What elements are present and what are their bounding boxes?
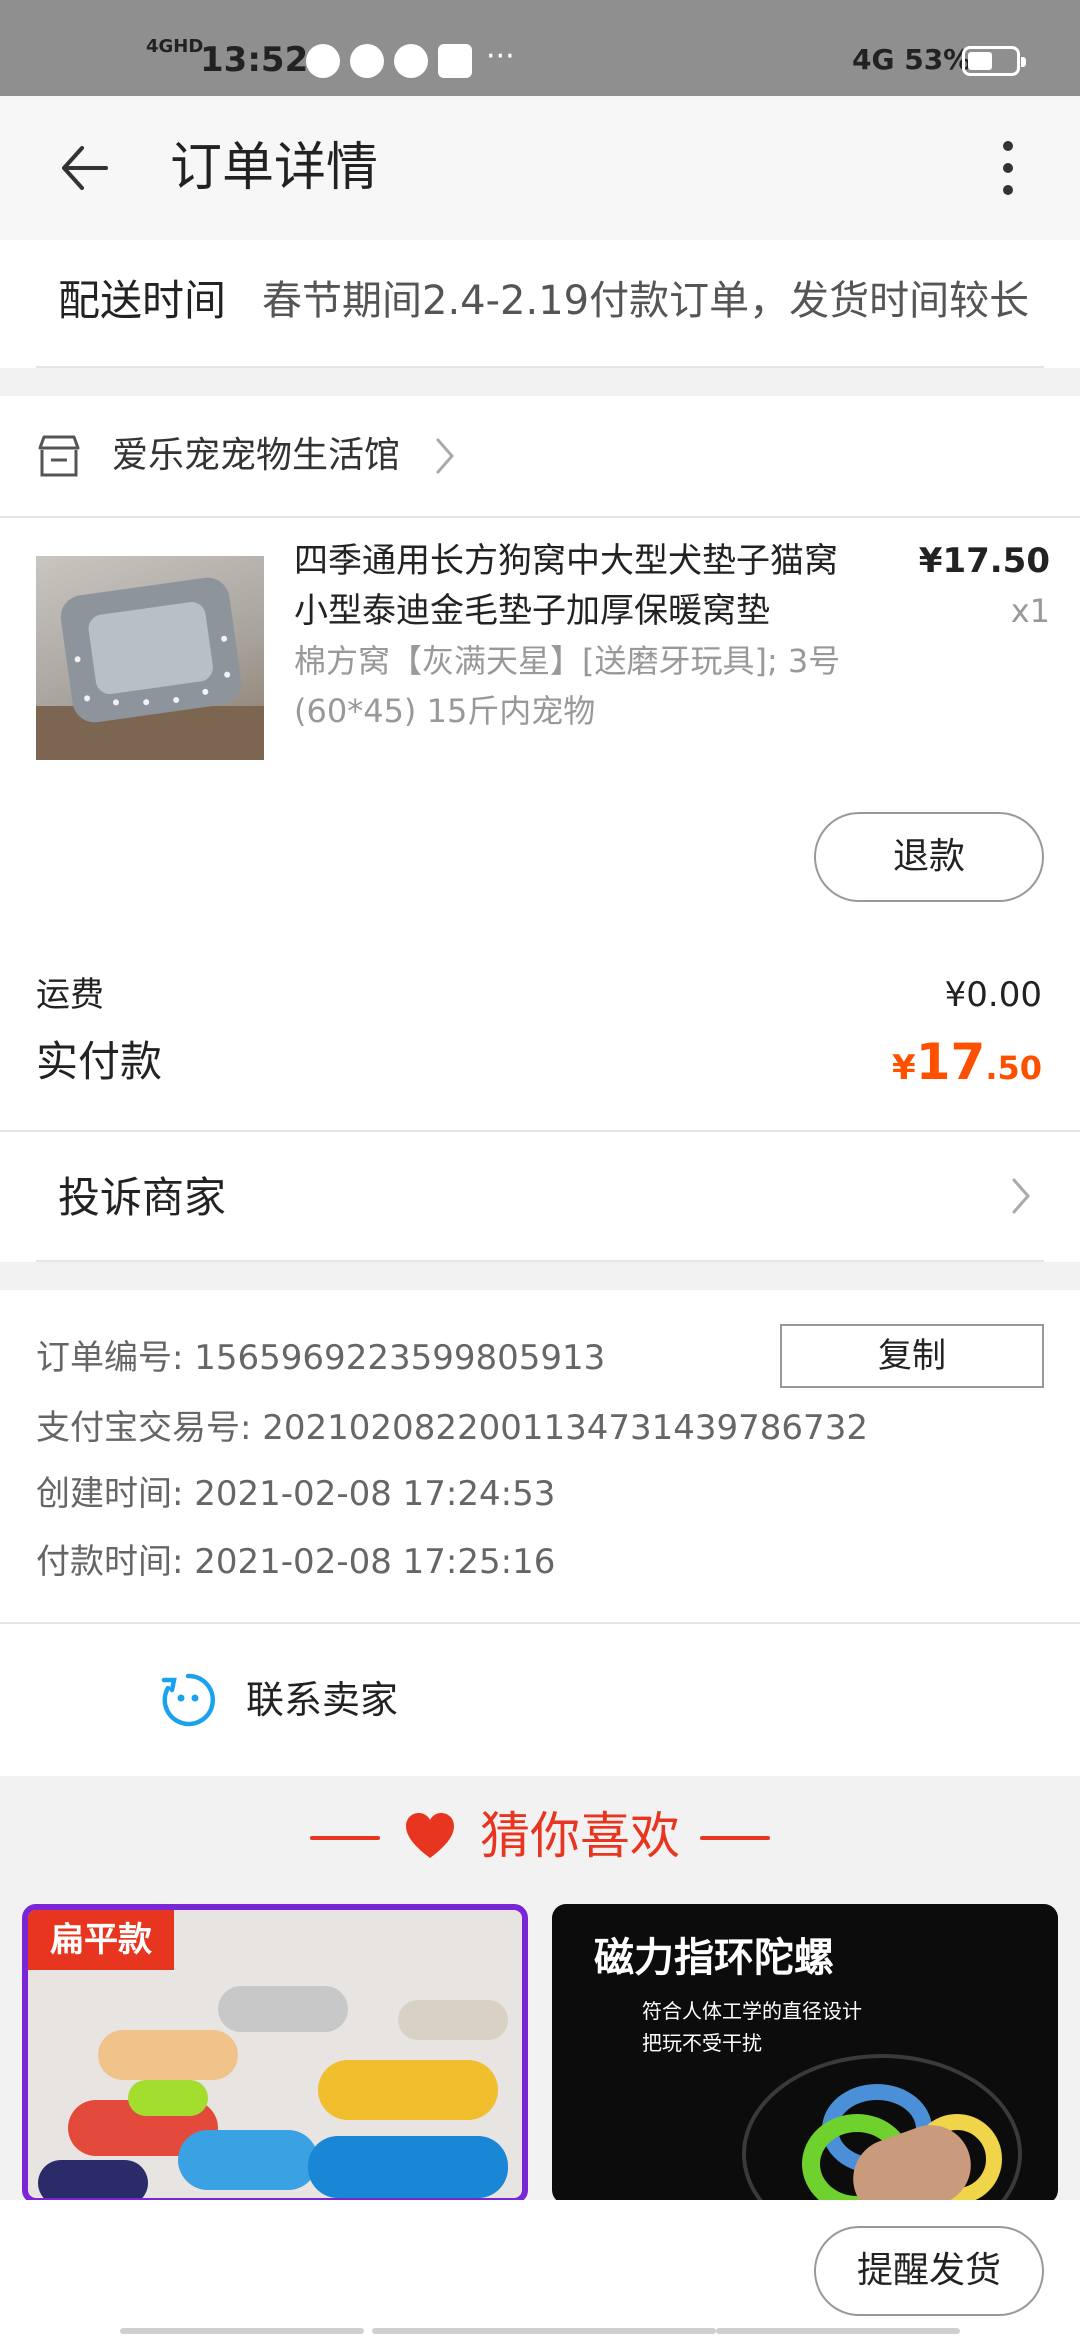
product-price: ¥17.50 xyxy=(918,541,1050,581)
recommend-subtitle: 把玩不受干扰 xyxy=(642,2031,762,2055)
paid-amount: ¥17.50 xyxy=(892,1033,1042,1091)
recommend-card-laces[interactable]: 扁平款 xyxy=(22,1904,528,2204)
recommend-subtitle: 符合人体工学的直径设计 xyxy=(642,1999,862,2023)
recommend-title: 磁力指环陀螺 xyxy=(594,1935,834,1981)
divider xyxy=(36,366,1044,368)
created-time: 创建时间: 2021-02-08 17:24:53 xyxy=(36,1474,556,1514)
delivery-label: 配送时间 xyxy=(58,276,227,325)
heart-icon xyxy=(406,1813,454,1858)
alipay-trade-number: 支付宝交易号: 2021020822001134731439786732 xyxy=(36,1408,868,1448)
back-arrow-icon[interactable] xyxy=(56,140,112,196)
status-right: 4G 53% xyxy=(852,42,971,78)
paid-label: 实付款 xyxy=(36,1037,163,1086)
network-4g: 4G xyxy=(852,43,895,76)
status-time: 13:52 xyxy=(200,40,309,80)
app-header xyxy=(0,96,1080,240)
shipping-value: ¥0.00 xyxy=(944,975,1042,1015)
system-nav-bar xyxy=(716,2328,960,2334)
guess-you-like-title: 猜你喜欢 xyxy=(480,1807,680,1865)
remind-shipment-button[interactable]: 提醒发货 xyxy=(814,2226,1044,2316)
page-title: 订单详情 xyxy=(170,138,379,198)
more-notifications-icon: ··· xyxy=(486,39,515,74)
complain-label[interactable]: 投诉商家 xyxy=(58,1168,226,1228)
contact-seller-label[interactable]: 联系卖家 xyxy=(246,1670,398,1730)
divider xyxy=(36,1260,1044,1262)
system-nav-bar xyxy=(372,2328,716,2334)
more-menu-icon[interactable] xyxy=(996,138,1020,198)
guess-divider-left xyxy=(310,1836,380,1840)
recommend-card-spinner[interactable]: 磁力指环陀螺 符合人体工学的直径设计 把玩不受干扰 xyxy=(552,1904,1058,2204)
battery-icon xyxy=(962,46,1026,76)
recommend-tag: 扁平款 xyxy=(28,1910,174,1970)
order-number: 订单编号: 1565969223599805913 xyxy=(36,1338,606,1378)
chevron-right-icon[interactable] xyxy=(432,436,458,476)
shop-name[interactable]: 爱乐宠宠物生活馆 xyxy=(112,428,400,484)
network-indicator: 4GHD xyxy=(146,36,204,57)
delivery-text: 春节期间2.4-2.19付款订单，发货时间较长 xyxy=(262,278,1030,324)
system-nav-bar xyxy=(120,2328,364,2334)
qq-icon xyxy=(394,44,428,78)
product-sku: 棉方窝【灰满天星】[送磨牙玩具]; 3号(60*45) 15斤内宠物 xyxy=(294,642,841,730)
product-image[interactable] xyxy=(36,556,264,760)
message-icon xyxy=(306,44,340,78)
customer-service-icon[interactable] xyxy=(160,1672,216,1728)
shop-icon xyxy=(38,435,80,477)
paid-time: 付款时间: 2021-02-08 17:25:16 xyxy=(36,1542,556,1582)
guess-divider-right xyxy=(700,1836,770,1840)
order-card xyxy=(0,396,1080,1130)
shipping-label: 运费 xyxy=(36,975,104,1015)
divider xyxy=(0,516,1080,518)
product-quantity: x1 xyxy=(1010,592,1050,630)
chevron-right-icon[interactable] xyxy=(1008,1176,1034,1216)
taobao-icon xyxy=(438,44,472,78)
compass-icon xyxy=(350,44,384,78)
copy-button[interactable]: 复制 xyxy=(780,1324,1044,1388)
refund-button[interactable]: 退款 xyxy=(814,812,1044,902)
product-title[interactable]: 四季通用长方狗窝中大型犬垫子猫窝小型泰迪金毛垫子加厚保暖窝垫 xyxy=(294,536,854,636)
